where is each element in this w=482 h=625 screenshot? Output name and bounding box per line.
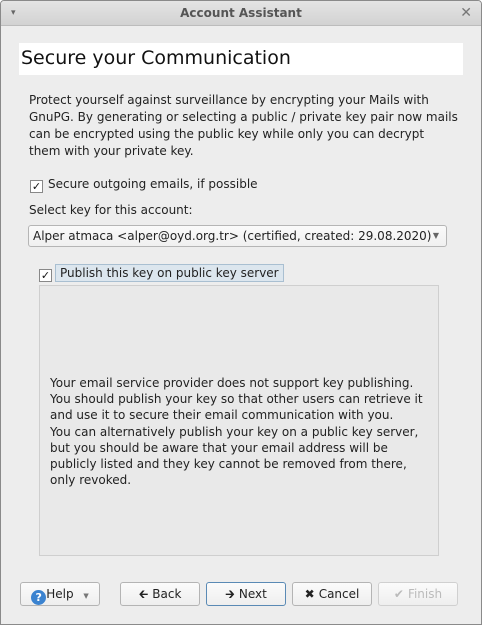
intro-text: Protect yourself against surveillance by… — [29, 93, 458, 158]
chevron-down-icon: ▼ — [83, 592, 89, 600]
window-title: Account Assistant — [180, 6, 302, 20]
next-label: Next — [238, 587, 267, 601]
secure-outgoing-checkbox[interactable]: ✓ Secure outgoing emails, if possible — [30, 177, 258, 193]
publish-key-label: Publish this key on public key server — [55, 264, 284, 282]
cancel-button[interactable]: ✖ Cancel — [292, 582, 372, 606]
back-button[interactable]: 🡰 Back — [120, 582, 200, 606]
cancel-label: Cancel — [318, 587, 360, 601]
help-label: Help — [46, 587, 74, 601]
arrow-left-icon: 🡰 — [138, 587, 149, 601]
close-icon[interactable]: ✕ — [460, 1, 472, 25]
window-menu-icon[interactable]: ▾ — [11, 1, 16, 25]
title-bar: ▾ Account Assistant ✕ — [1, 1, 481, 26]
chevron-down-icon: ▼ — [432, 231, 439, 240]
page-title: Secure your Communication — [19, 43, 463, 75]
help-icon: ? — [31, 590, 47, 605]
next-button[interactable]: 🡲 Next — [206, 582, 286, 606]
checkmark-icon: ✔ — [393, 587, 404, 601]
info-panel: Your email service provider does not sup… — [39, 285, 439, 556]
publish-key-checkbox[interactable]: ✓ Publish this key on public key server — [39, 264, 284, 282]
finish-label: Finish — [407, 587, 443, 601]
key-select-dropdown[interactable]: Alper atmaca <alper@oyd.org.tr> (certifi… — [28, 225, 447, 247]
finish-button[interactable]: ✔ Finish — [378, 582, 458, 606]
arrow-right-icon: 🡲 — [225, 587, 235, 601]
secure-outgoing-label: Secure outgoing emails, if possible — [48, 177, 258, 191]
back-label: Back — [152, 587, 182, 601]
info-text: Your email service provider does not sup… — [50, 376, 423, 488]
select-key-label: Select key for this account: — [29, 203, 193, 217]
x-icon: ✖ — [304, 587, 315, 601]
help-button[interactable]: ? Help ▼ — [20, 582, 100, 606]
key-select-value: Alper atmaca <alper@oyd.org.tr> (certifi… — [33, 229, 432, 243]
checkbox-checked-icon[interactable]: ✓ — [39, 269, 52, 282]
checkbox-checked-icon[interactable]: ✓ — [30, 180, 43, 193]
account-assistant-window: ▾ Account Assistant ✕ Secure your Commun… — [0, 0, 482, 625]
